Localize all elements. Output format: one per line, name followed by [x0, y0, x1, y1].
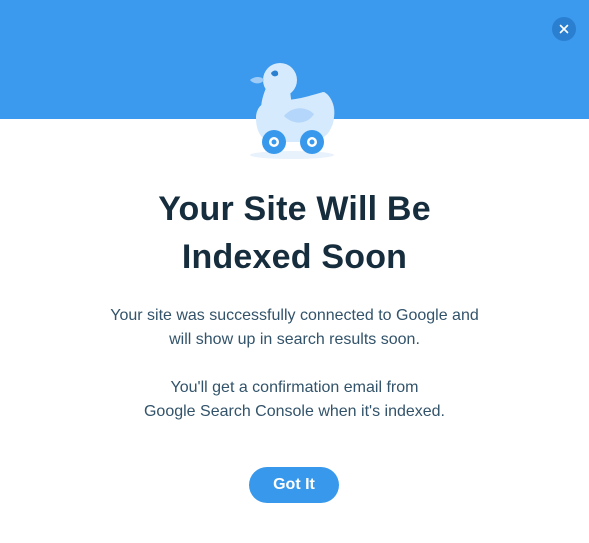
paragraph2-line2: Google Search Console when it's indexed. — [143, 403, 445, 420]
title-line-2: Indexed Soon — [181, 238, 408, 276]
paragraph2-line1: You'll get a confirmation email from — [170, 379, 419, 396]
dialog-body: Your site was successfully connected to … — [0, 304, 589, 424]
dialog-content: Your Site Will Be Indexed Soon Your site… — [0, 185, 589, 424]
paragraph1-line2: will show up in search results soon. — [169, 331, 420, 348]
got-it-button[interactable]: Got It — [249, 467, 339, 503]
close-icon — [559, 24, 569, 34]
indexing-dialog: Your Site Will Be Indexed Soon Your site… — [0, 0, 589, 543]
paragraph1-line1: Your site was successfully connected to … — [110, 307, 479, 324]
duck-on-wheels-icon — [250, 63, 335, 159]
close-button[interactable] — [552, 17, 576, 41]
paragraph-confirmation: You'll get a confirmation email from Goo… — [0, 376, 589, 424]
dialog-title: Your Site Will Be Indexed Soon — [0, 185, 589, 281]
title-line-1: Your Site Will Be — [158, 190, 431, 228]
paragraph-connected: Your site was successfully connected to … — [0, 304, 589, 352]
